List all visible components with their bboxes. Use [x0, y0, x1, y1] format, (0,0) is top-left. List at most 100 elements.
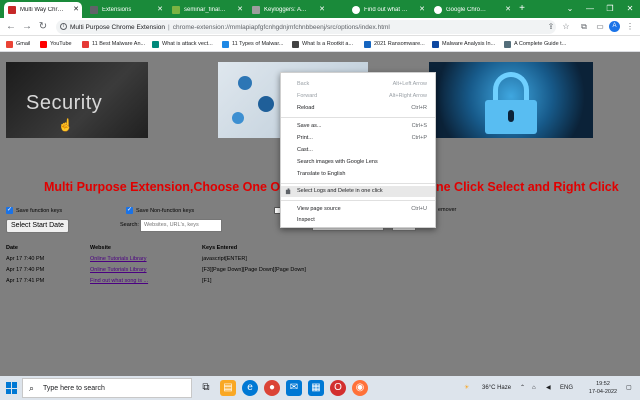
bookmark-attack-vector[interactable]: What is attack vect...	[152, 39, 213, 49]
row-website-link[interactable]: Online Tutorials Library	[90, 256, 147, 262]
opera-icon[interactable]: O	[330, 380, 346, 396]
menu-item-back[interactable]: Back Alt+Left Arrow	[281, 79, 435, 90]
checkbox-checked-icon[interactable]: ✓	[126, 207, 133, 214]
close-tab-icon[interactable]: ✕	[505, 5, 511, 13]
menu-kebab-icon[interactable]: ⋮	[624, 21, 636, 33]
menu-item-view-source[interactable]: View page source Ctrl+U	[281, 204, 435, 215]
menu-item-translate[interactable]: Translate to English	[281, 169, 435, 180]
save-function-keys-option[interactable]: ✓ Save function keys	[6, 207, 62, 214]
keyhole	[508, 110, 514, 122]
bookmark-complete-guide[interactable]: A Complete Guide t...	[504, 39, 566, 49]
bookmark-malware-analysis[interactable]: Malware Analysis In...	[432, 39, 495, 49]
page-icon	[152, 40, 159, 48]
firefox-icon[interactable]: ◉	[352, 380, 368, 396]
close-tab-icon[interactable]: ✕	[419, 5, 425, 13]
taskbar-search-placeholder: Type here to search	[43, 384, 105, 392]
file-explorer-icon[interactable]: ▤	[220, 380, 236, 396]
minimize-icon[interactable]: —	[580, 0, 600, 18]
taskbar-search-box[interactable]: ⌕ Type here to search	[22, 378, 192, 398]
close-tab-icon[interactable]: ✕	[319, 5, 325, 13]
google-icon	[352, 6, 360, 14]
edge-icon[interactable]: e	[242, 380, 258, 396]
windows-start-icon[interactable]	[6, 382, 18, 394]
context-menu: Back Alt+Left Arrow Forward Alt+Right Arro…	[280, 72, 436, 228]
bookmark-label: 2021 Ransomware...	[374, 41, 425, 47]
row-keys: javascript[ENTER]	[202, 256, 247, 262]
tab-extensions[interactable]: Extensions ✕	[86, 2, 166, 18]
row-website-link[interactable]: Online Tutorials Library	[90, 267, 147, 273]
task-view-icon[interactable]: ⧉	[198, 380, 214, 396]
page-icon	[504, 40, 511, 48]
close-tab-icon[interactable]: ✕	[73, 5, 79, 13]
network-icon[interactable]: ⌂	[532, 376, 536, 400]
menu-item-google-lens[interactable]: Search images with Google Lens	[281, 157, 435, 168]
close-tab-icon[interactable]: ✕	[237, 5, 243, 13]
tab-keyloggers-guide[interactable]: Keyloggers: A Guide ✕	[248, 2, 328, 18]
menu-item-inspect[interactable]: Inspect	[281, 215, 435, 226]
info-icon[interactable]: i	[60, 23, 67, 30]
profile-avatar[interactable]: A	[609, 21, 620, 32]
row-keys: [F1]	[202, 278, 212, 284]
weather-text[interactable]: 36°C Haze	[482, 376, 511, 400]
browser-toolbar: ← → ↻ i Multi Purpose Chrome Extension |…	[0, 18, 640, 36]
search-input[interactable]: Websites, URL's, keys	[140, 219, 222, 232]
side-panel-icon[interactable]: ▭	[594, 21, 606, 33]
menu-item-label: Cast...	[297, 147, 313, 153]
bookmark-star-icon[interactable]: ☆	[560, 21, 572, 33]
reload-icon[interactable]: ↻	[36, 20, 50, 34]
checkbox-checked-icon[interactable]: ✓	[6, 207, 13, 214]
bookmark-rootkit[interactable]: What Is a Rootkit a...	[292, 39, 353, 49]
chevron-down-icon[interactable]: ⌄	[560, 0, 580, 18]
google-icon	[434, 6, 442, 14]
volume-icon[interactable]: ◀	[546, 376, 551, 400]
tab-multi-way-chrome-ext[interactable]: Multi Way Chrome Ext ✕	[4, 2, 82, 18]
tab-chrome-help[interactable]: Google Chrome Help ✕	[430, 2, 514, 18]
bookmark-types-of-malware[interactable]: 11 Types of Malwar...	[222, 39, 283, 49]
bookmark-malware-analysis-tools[interactable]: 11 Best Malware An...	[82, 39, 145, 49]
extension-favicon-icon	[8, 6, 16, 14]
page-icon	[222, 40, 229, 48]
row-website-link[interactable]: Find out what song is ...	[90, 278, 148, 284]
store-icon[interactable]: ▦	[308, 380, 324, 396]
forward-icon[interactable]: →	[20, 20, 34, 34]
menu-item-shortcut: Ctrl+P	[411, 135, 427, 141]
bookmark-youtube[interactable]: YouTube	[40, 39, 72, 49]
chevron-up-icon[interactable]: ⌃	[520, 376, 525, 400]
language-icon[interactable]: ENG	[560, 376, 573, 400]
row-date: Apr 17 7:40 PM	[6, 256, 45, 262]
new-tab-button[interactable]: +	[515, 2, 529, 16]
security-keyboard-image: Security ☝	[6, 62, 148, 138]
select-start-date-button[interactable]: Select Start Date	[6, 219, 69, 233]
share-icon[interactable]: ⇪	[545, 21, 557, 33]
menu-item-select-logs-delete[interactable]: Select Logs and Delete in one click	[281, 186, 435, 197]
page-favicon-icon	[252, 6, 260, 14]
menu-item-forward[interactable]: Forward Alt+Right Arrow	[281, 91, 435, 102]
bookmark-ransomware[interactable]: 2021 Ransomware...	[364, 39, 425, 49]
tab-label: Keyloggers: A Guide	[264, 7, 308, 13]
tab-seminar-final[interactable]: seminar_final_ - Onlin ✕	[168, 2, 246, 18]
bookmark-gmail[interactable]: Gmail	[6, 39, 30, 49]
row-keys: [F3][Page Down][Page Down][Page Down]	[202, 267, 306, 273]
back-icon[interactable]: ←	[4, 20, 18, 34]
mail-icon[interactable]: ✉	[286, 380, 302, 396]
tab-label: Google Chrome Help	[446, 7, 490, 13]
address-bar[interactable]: i Multi Purpose Chrome Extension | chrom…	[56, 20, 556, 34]
menu-item-print[interactable]: Print... Ctrl+P	[281, 133, 435, 144]
close-tab-icon[interactable]: ✕	[157, 5, 163, 13]
extensions-icon[interactable]: ⧉	[578, 21, 590, 33]
notification-icon[interactable]: ▢	[626, 376, 632, 400]
menu-separator	[281, 200, 435, 201]
save-non-function-keys-option[interactable]: ✓ Save Non-function keys	[126, 207, 194, 214]
system-clock[interactable]: 19:52 17-04-2022	[585, 380, 621, 396]
weather-icon[interactable]: ☀	[464, 376, 469, 400]
menu-item-reload[interactable]: Reload Ctrl+R	[281, 103, 435, 114]
chrome-icon[interactable]: ●	[264, 380, 280, 396]
close-window-icon[interactable]: ✕	[620, 0, 640, 18]
menu-item-label: Forward	[297, 93, 318, 99]
menu-item-cast[interactable]: Cast...	[281, 145, 435, 156]
maximize-icon[interactable]: ❐	[600, 0, 620, 18]
bookmark-label: A Complete Guide t...	[514, 41, 567, 47]
menu-item-save-as[interactable]: Save as... Ctrl+S	[281, 121, 435, 132]
bookmark-label: 11 Types of Malwar...	[232, 41, 284, 47]
tab-find-song[interactable]: Find out what song is ✕	[348, 2, 428, 18]
